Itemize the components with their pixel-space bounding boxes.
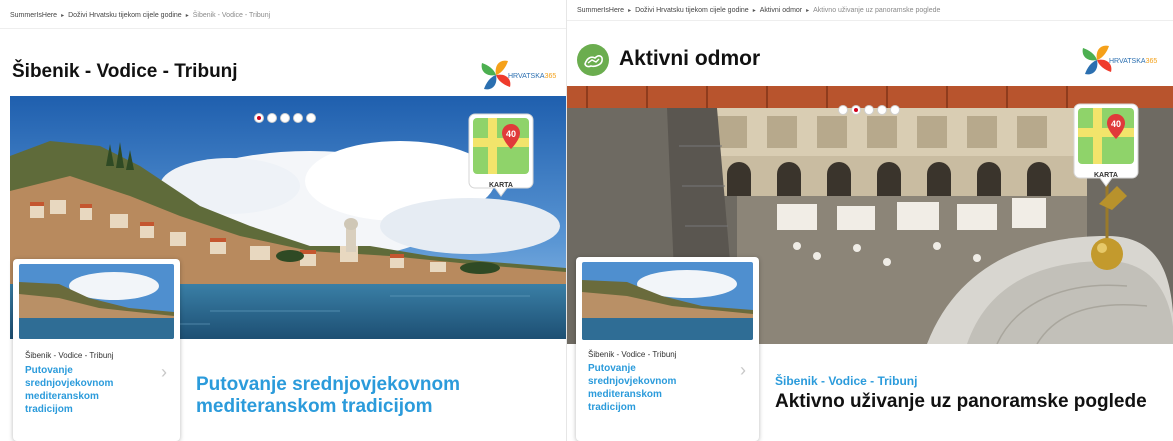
map-count: 40	[1110, 119, 1121, 129]
article-headline: Putovanje srednjovjekovnom mediteranskom…	[196, 374, 460, 417]
page-title: Šibenik - Vodice - Tribunj	[12, 61, 238, 82]
article-headline: Aktivno uživanje uz panoramske poglede	[775, 391, 1147, 412]
breadcrumb-separator: ▸	[61, 12, 65, 19]
article-location: Šibenik - Vodice - Tribunj	[775, 374, 918, 388]
map-button[interactable]: 40 KARTA	[1072, 102, 1140, 190]
map-count: 40	[505, 129, 516, 139]
related-article-card[interactable]: Šibenik - Vodice - Tribunj Putovanje sre…	[13, 259, 180, 441]
carousel-dots	[254, 113, 316, 123]
logo-number: 365	[1145, 58, 1158, 65]
breadcrumb-link-active-holiday[interactable]: Aktivni odmor	[760, 7, 802, 14]
breadcrumb-current: Šibenik - Vodice - Tribunj	[192, 11, 271, 19]
breadcrumb: SummerIsHere ▸ Doživi Hrvatsku tijekom c…	[577, 3, 940, 17]
breadcrumb-link-experience-croatia[interactable]: Doživi Hrvatsku tijekom cijele godine	[68, 12, 182, 19]
right-page-panel: SummerIsHere ▸ Doživi Hrvatsku tijekom c…	[566, 0, 1173, 441]
carousel-dots	[838, 105, 900, 115]
card-title-link[interactable]: Putovanje srednjovjekovnom mediteranskom…	[25, 364, 143, 416]
carousel-dot[interactable]	[890, 105, 900, 115]
carousel-dot[interactable]	[877, 105, 887, 115]
logo-wordmark: HRVATSKA365	[508, 73, 556, 80]
card-thumbnail-photo	[19, 264, 174, 339]
carousel-dot[interactable]	[838, 105, 848, 115]
card-location: Šibenik - Vodice - Tribunj	[588, 350, 677, 359]
breadcrumb-link-experience-croatia[interactable]: Doživi Hrvatsku tijekom cijele godine	[635, 7, 749, 14]
breadcrumb: SummerIsHere ▸ Doživi Hrvatsku tijekom c…	[10, 8, 270, 22]
chevron-right-icon[interactable]: ›	[740, 360, 746, 381]
hrvatska365-logo[interactable]: HRVATSKA365	[476, 55, 556, 95]
map-label: KARTA	[1094, 172, 1118, 179]
breadcrumb-separator: ▸	[628, 7, 632, 14]
carousel-dot[interactable]	[293, 113, 303, 123]
carousel-dot[interactable]	[306, 113, 316, 123]
left-page-panel: SummerIsHere ▸ Doživi Hrvatsku tijekom c…	[0, 0, 566, 441]
card-thumbnail	[19, 264, 174, 339]
page-title: Aktivni odmor	[619, 47, 761, 70]
map-label: KARTA	[489, 182, 513, 189]
related-article-card[interactable]: Šibenik - Vodice - Tribunj Putovanje sre…	[576, 257, 759, 441]
hrvatska365-logo[interactable]: HRVATSKA365	[1077, 40, 1157, 80]
carousel-dot[interactable]	[851, 105, 861, 115]
carousel-dot[interactable]	[254, 113, 264, 123]
card-title-link[interactable]: Putovanje srednjovjekovnom mediteranskom…	[588, 362, 706, 414]
carousel-dot[interactable]	[267, 113, 277, 123]
logo-name: HRVATSKA	[508, 73, 545, 80]
logo-wordmark: HRVATSKA365	[1109, 58, 1157, 65]
logo-number: 365	[544, 73, 557, 80]
breadcrumb-link-home[interactable]: SummerIsHere	[10, 12, 57, 19]
header-divider	[0, 28, 566, 29]
header-divider	[567, 20, 1173, 21]
card-thumbnail	[582, 262, 753, 340]
breadcrumb-separator: ▸	[752, 7, 756, 14]
chevron-right-icon[interactable]: ›	[161, 362, 167, 383]
card-location: Šibenik - Vodice - Tribunj	[25, 351, 114, 360]
hiking-icon	[577, 44, 609, 76]
breadcrumb-separator: ▸	[185, 12, 189, 19]
breadcrumb-link-home[interactable]: SummerIsHere	[577, 7, 624, 14]
logo-name: HRVATSKA	[1109, 58, 1146, 65]
map-button[interactable]: 40 KARTA	[467, 112, 535, 200]
carousel-dot[interactable]	[280, 113, 290, 123]
carousel-dot[interactable]	[864, 105, 874, 115]
card-thumbnail-photo	[582, 262, 753, 340]
breadcrumb-separator: ▸	[806, 7, 810, 14]
breadcrumb-current: Aktivno uživanje uz panoramske poglede	[813, 6, 941, 14]
